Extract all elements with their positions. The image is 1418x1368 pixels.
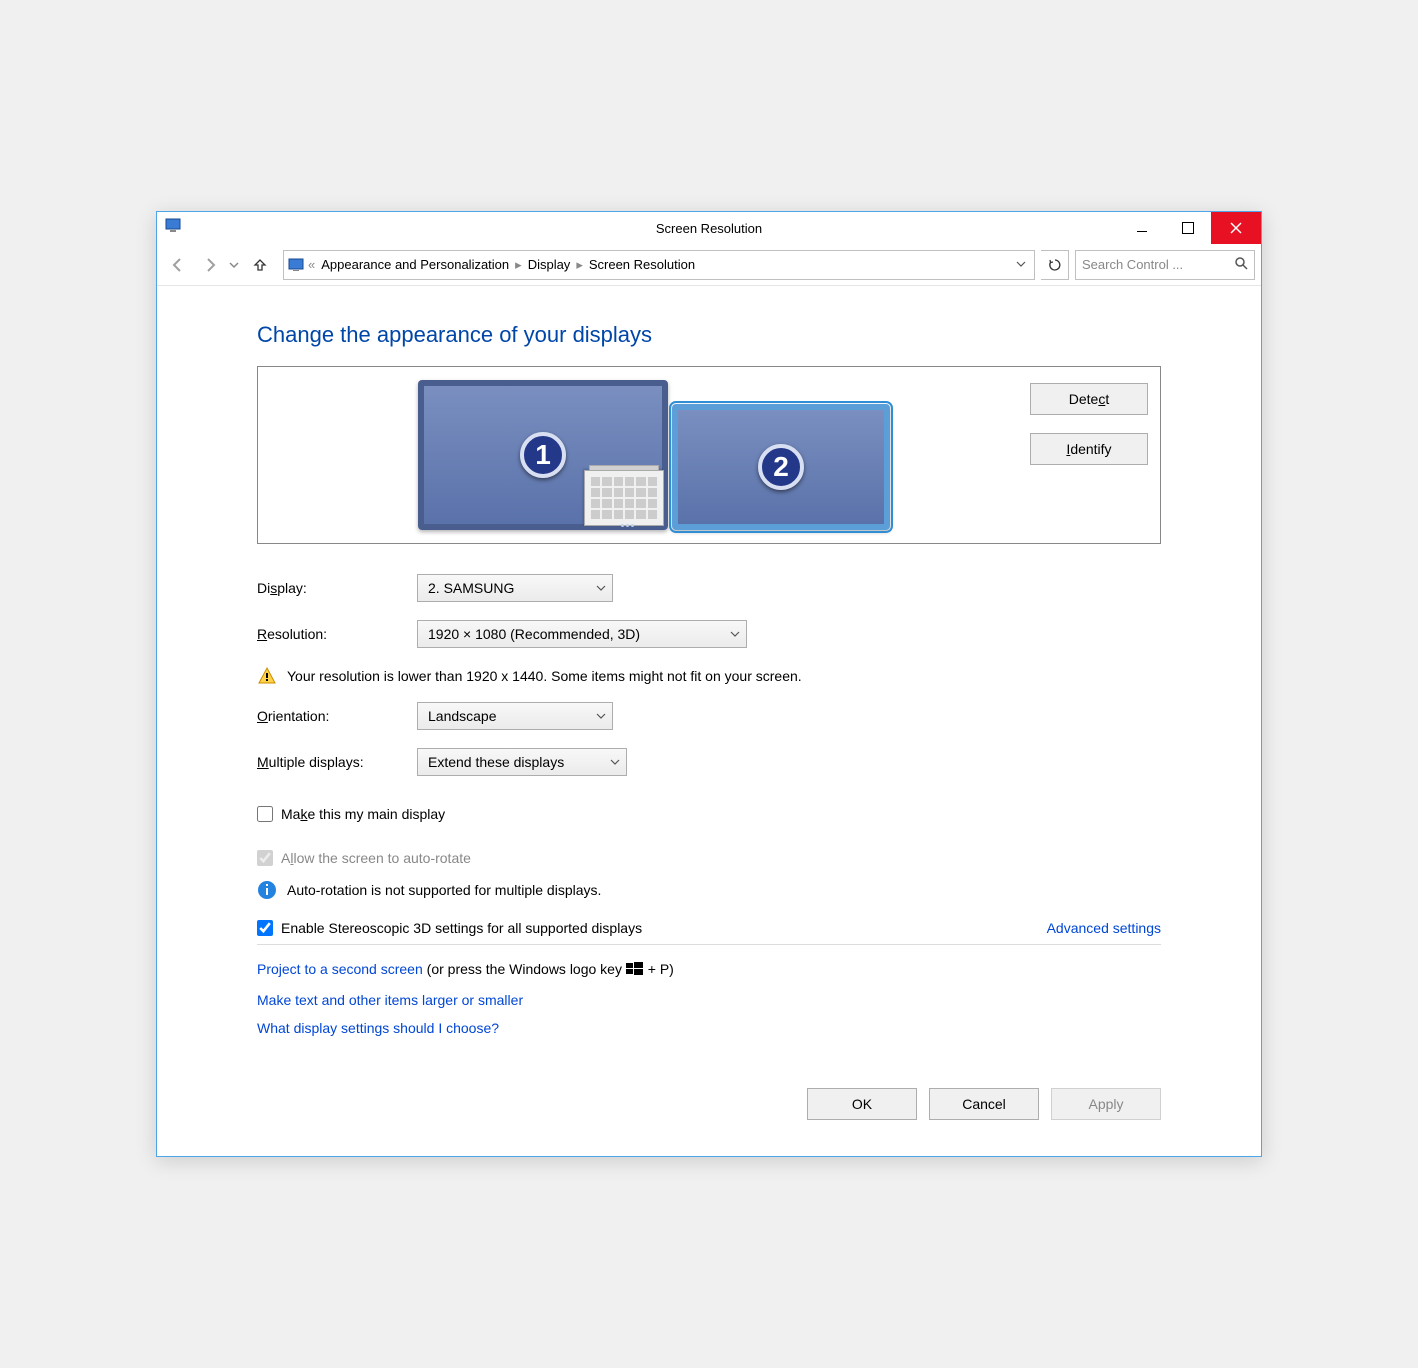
app-icon bbox=[165, 217, 183, 240]
apply-button: Apply bbox=[1051, 1088, 1161, 1120]
forward-button[interactable] bbox=[195, 250, 225, 280]
chevron-down-icon bbox=[730, 626, 740, 642]
stereo-label[interactable]: Enable Stereoscopic 3D settings for all … bbox=[281, 920, 642, 936]
warning-row: Your resolution is lower than 1920 x 144… bbox=[257, 666, 1161, 686]
page-title: Change the appearance of your displays bbox=[257, 322, 1161, 348]
divider bbox=[257, 944, 1161, 945]
chevron-right-icon: ▸ bbox=[513, 257, 524, 273]
cancel-button[interactable]: Cancel bbox=[929, 1088, 1039, 1120]
orientation-combo[interactable]: Landscape bbox=[417, 702, 613, 730]
help-link[interactable]: What display settings should I choose? bbox=[257, 1020, 499, 1036]
chevron-right-icon: ▸ bbox=[574, 257, 585, 273]
breadcrumb-item[interactable]: Appearance and Personalization bbox=[317, 257, 513, 272]
project-suffix: (or press the Windows logo key + P) bbox=[427, 961, 674, 977]
monitor-number: 2 bbox=[758, 444, 804, 490]
chevron-down-icon bbox=[596, 580, 606, 596]
text-size-link[interactable]: Make text and other items larger or smal… bbox=[257, 992, 523, 1008]
warning-text: Your resolution is lower than 1920 x 144… bbox=[287, 668, 802, 684]
monitor-2[interactable]: 2 bbox=[672, 404, 890, 530]
resolution-combo[interactable]: 1920 × 1080 (Recommended, 3D) bbox=[417, 620, 747, 648]
monitor-number: 1 bbox=[520, 432, 566, 478]
footer: OK Cancel Apply bbox=[157, 1068, 1261, 1156]
project-second-screen-link[interactable]: Project to a second screen bbox=[257, 961, 423, 977]
breadcrumb-dropdown-icon[interactable] bbox=[1016, 257, 1030, 272]
advanced-settings-link[interactable]: Advanced settings bbox=[1047, 920, 1161, 936]
breadcrumb-item[interactable]: Display bbox=[524, 257, 575, 272]
stereo-checkbox[interactable] bbox=[257, 920, 273, 936]
resolution-label: Resolution: bbox=[257, 626, 417, 642]
info-icon bbox=[257, 880, 277, 900]
chevron-icon: « bbox=[306, 257, 317, 272]
window: Screen Resolution « Appearance bbox=[156, 211, 1262, 1157]
titlebar-title: Screen Resolution bbox=[157, 221, 1261, 236]
windows-logo-icon bbox=[626, 961, 644, 980]
info-text: Auto-rotation is not supported for multi… bbox=[287, 882, 601, 898]
content: Change the appearance of your displays 1… bbox=[157, 286, 1261, 1068]
chevron-down-icon bbox=[610, 754, 620, 770]
navbar: « Appearance and Personalization ▸ Displ… bbox=[157, 244, 1261, 286]
autorotate-checkbox-row: Allow the screen to auto-rotate bbox=[257, 850, 1161, 866]
search-input[interactable] bbox=[1082, 257, 1230, 272]
search-box[interactable] bbox=[1075, 250, 1255, 280]
back-button[interactable] bbox=[163, 250, 193, 280]
breadcrumb-item[interactable]: Screen Resolution bbox=[585, 257, 699, 272]
display-combo[interactable]: 2. SAMSUNG bbox=[417, 574, 613, 602]
ok-button[interactable]: OK bbox=[807, 1088, 917, 1120]
maximize-button[interactable] bbox=[1165, 212, 1211, 244]
monitor-1[interactable]: 1 bbox=[418, 380, 668, 530]
warning-icon bbox=[257, 666, 277, 686]
multi-display-label: Multiple displays: bbox=[257, 754, 417, 770]
history-dropdown-icon[interactable] bbox=[227, 260, 241, 270]
main-display-checkbox-row: Make this my main display bbox=[257, 806, 1161, 822]
main-display-label[interactable]: Make this my main display bbox=[281, 806, 445, 822]
control-panel-icon bbox=[288, 256, 306, 274]
keyboard-icon bbox=[584, 470, 664, 526]
minimize-button[interactable] bbox=[1119, 212, 1165, 244]
multi-display-combo[interactable]: Extend these displays bbox=[417, 748, 627, 776]
titlebar: Screen Resolution bbox=[157, 212, 1261, 244]
identify-button[interactable]: Identify bbox=[1030, 433, 1148, 465]
titlebar-buttons bbox=[1119, 212, 1261, 244]
close-button[interactable] bbox=[1211, 212, 1261, 244]
detect-button[interactable]: Detect bbox=[1030, 383, 1148, 415]
display-preview: 1 2 Detect Identify bbox=[257, 366, 1161, 544]
refresh-button[interactable] bbox=[1041, 250, 1069, 280]
main-display-checkbox[interactable] bbox=[257, 806, 273, 822]
up-button[interactable] bbox=[247, 252, 273, 278]
display-label: Display: bbox=[257, 580, 417, 596]
info-row: Auto-rotation is not supported for multi… bbox=[257, 880, 1161, 900]
autorotate-label: Allow the screen to auto-rotate bbox=[281, 850, 471, 866]
orientation-label: Orientation: bbox=[257, 708, 417, 724]
autorotate-checkbox bbox=[257, 850, 273, 866]
breadcrumb-bar[interactable]: « Appearance and Personalization ▸ Displ… bbox=[283, 250, 1035, 280]
chevron-down-icon bbox=[596, 708, 606, 724]
search-icon bbox=[1234, 256, 1248, 273]
